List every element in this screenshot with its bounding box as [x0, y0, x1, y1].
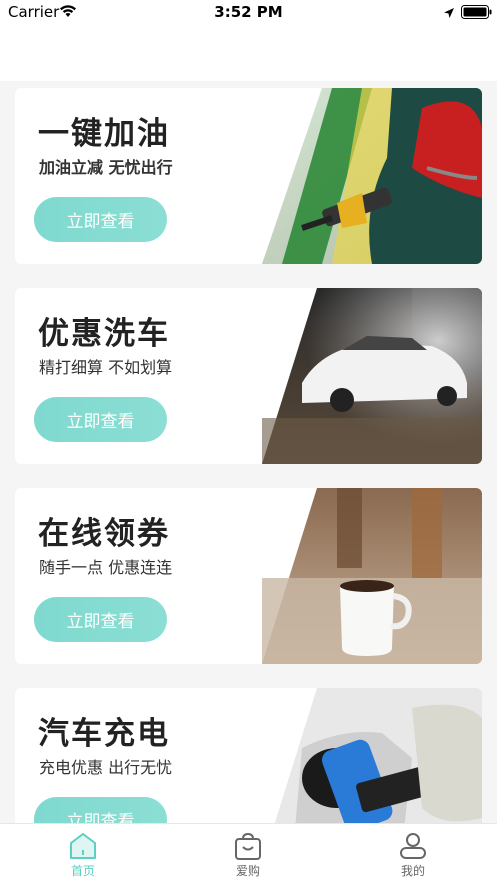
car-wash-card[interactable]: 优惠洗车 精打细算 不如划算 立即查看 [15, 288, 482, 464]
coffee-cup-photo [262, 488, 482, 664]
header-area [0, 26, 497, 81]
shopping-bag-icon [235, 832, 261, 860]
view-now-button[interactable]: 立即查看 [34, 397, 167, 442]
card-subtitle: 随手一点 优惠连连 [39, 558, 173, 577]
tab-shop[interactable]: 爱购 [208, 832, 288, 879]
coupon-card[interactable]: 在线领券 随手一点 优惠连连 立即查看 [15, 488, 482, 664]
card-title: 汽车充电 [38, 716, 170, 752]
card-subtitle: 精打细算 不如划算 [39, 358, 173, 377]
fuel-card[interactable]: 一键加油 加油立减 无忧出行 立即查看 [15, 88, 482, 264]
status-bar: Carrier 3:52 PM [0, 0, 497, 26]
card-title: 在线领券 [38, 516, 170, 552]
ev-charging-photo [274, 688, 482, 823]
profile-icon [400, 833, 426, 859]
view-now-button[interactable]: 立即查看 [34, 597, 167, 642]
tab-label: 爱购 [235, 864, 260, 878]
card-subtitle: 充电优惠 出行无忧 [39, 758, 173, 777]
location-arrow-icon [443, 5, 455, 23]
battery-icon [461, 5, 492, 23]
card-title: 优惠洗车 [38, 316, 170, 352]
ev-charging-card[interactable]: 汽车充电 充电优惠 出行无忧 立即查看 [15, 688, 482, 823]
tab-home[interactable]: 首页 [43, 832, 123, 879]
clock-label: 3:52 PM [214, 3, 283, 21]
card-title: 一键加油 [38, 116, 170, 152]
view-now-button[interactable]: 立即查看 [34, 197, 167, 242]
card-subtitle: 加油立减 无忧出行 [39, 158, 173, 177]
service-card-list: 一键加油 加油立减 无忧出行 立即查看 优惠洗车 精打细算 不如划算 立即查看 [0, 88, 497, 823]
car-wash-photo [262, 288, 482, 464]
bottom-tab-bar: 首页 爱购 我的 [0, 823, 497, 883]
tab-label: 我的 [400, 864, 425, 878]
home-icon [70, 833, 96, 859]
view-now-button[interactable]: 立即查看 [34, 797, 167, 823]
tab-label: 首页 [70, 864, 95, 878]
fuel-pump-photo [262, 88, 482, 264]
tab-profile[interactable]: 我的 [373, 832, 453, 879]
app-screen: Carrier 3:52 PM 一键加油 加油立减 无忧出行 立即查看 优惠洗车… [0, 0, 497, 883]
